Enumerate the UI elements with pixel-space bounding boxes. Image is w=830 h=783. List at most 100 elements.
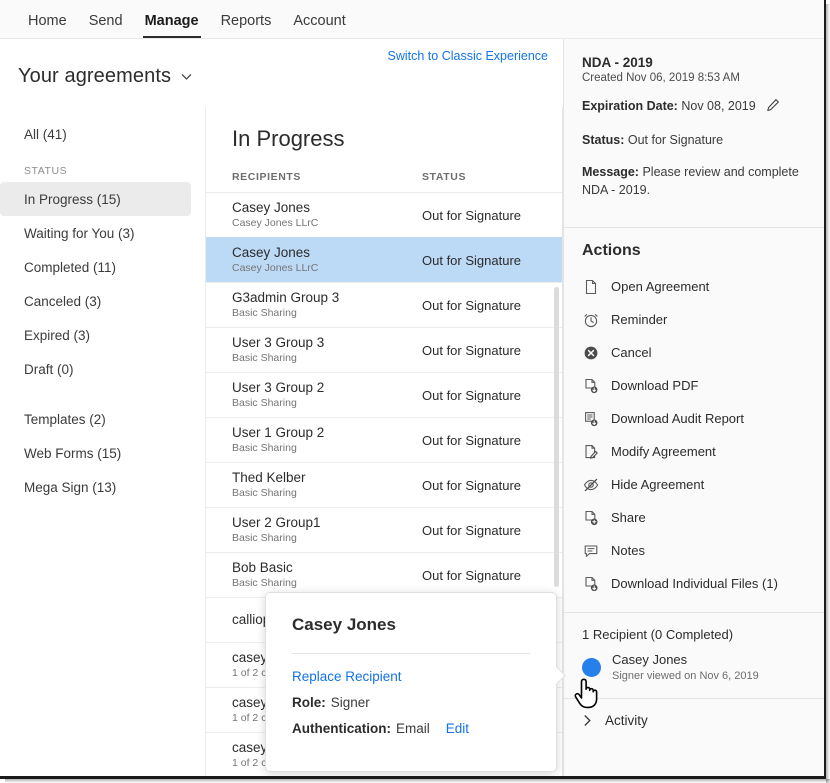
document-icon xyxy=(582,278,600,296)
download-pdf-icon xyxy=(582,377,600,395)
action-download-pdf[interactable]: Download PDF xyxy=(564,369,826,402)
table-row[interactable]: Thed Kelber Basic Sharing Out for Signat… xyxy=(206,462,562,507)
table-row[interactable]: User 1 Group 2 Basic Sharing Out for Sig… xyxy=(206,417,562,462)
action-notes[interactable]: Notes xyxy=(564,534,826,567)
action-label: Download PDF xyxy=(611,378,698,393)
action-cancel[interactable]: Cancel xyxy=(564,336,826,369)
table-row[interactable]: Bob Basic Basic Sharing Out for Signatur… xyxy=(206,552,562,597)
page-title-row[interactable]: Your agreements xyxy=(18,65,193,88)
list-scrollbar-thumb[interactable] xyxy=(554,287,559,587)
table-row[interactable]: G3admin Group 3 Basic Sharing Out for Si… xyxy=(206,282,562,327)
switch-to-classic-link[interactable]: Switch to Classic Experience xyxy=(388,49,548,63)
nav-item-account[interactable]: Account xyxy=(282,13,356,38)
row-status: Out for Signature xyxy=(422,208,521,223)
nav-item-send[interactable]: Send xyxy=(78,13,134,38)
agreement-details: NDA - 2019 Created Nov 06, 2019 8:53 AM … xyxy=(564,39,826,227)
action-download-individual-files[interactable]: Download Individual Files (1) xyxy=(564,567,826,600)
sidebar-item-canceled[interactable]: Canceled (3) xyxy=(0,284,191,318)
sidebar-item-mega-sign[interactable]: Mega Sign (13) xyxy=(0,470,191,504)
sidebar-divider xyxy=(0,386,205,402)
download-files-icon xyxy=(582,575,600,593)
row-recipient-name: G3admin Group 3 xyxy=(232,290,422,307)
action-reminder[interactable]: Reminder xyxy=(564,303,826,336)
chevron-down-icon[interactable] xyxy=(180,70,193,83)
sidebar-item-completed[interactable]: Completed (11) xyxy=(0,250,191,284)
action-label: Hide Agreement xyxy=(611,477,704,492)
row-recipient-sub: Basic Sharing xyxy=(232,532,422,546)
table-row[interactable]: Casey Jones Casey Jones LLrC Out for Sig… xyxy=(206,237,562,282)
action-download-audit-report[interactable]: Download Audit Report xyxy=(564,402,826,435)
row-recipient-sub: Basic Sharing xyxy=(232,442,422,456)
table-row[interactable]: Casey Jones Casey Jones LLrC Out for Sig… xyxy=(206,192,562,237)
sub-header: Switch to Classic Experience Your agreem… xyxy=(0,39,563,107)
recipient-name: Casey Jones xyxy=(612,652,759,669)
sidebar-item-all[interactable]: All (41) xyxy=(0,117,191,151)
sidebar-item-waiting-for-you[interactable]: Waiting for You (3) xyxy=(0,216,191,250)
expiration-date-label: Expiration Date: xyxy=(582,99,678,113)
table-row[interactable]: User 3 Group 3 Basic Sharing Out for Sig… xyxy=(206,327,562,372)
action-label: Share xyxy=(611,510,646,525)
eye-off-icon xyxy=(582,476,600,494)
popover-role-row: Role: Signer xyxy=(292,695,530,710)
sidebar-item-templates[interactable]: Templates (2) xyxy=(0,402,191,436)
row-status: Out for Signature xyxy=(422,433,521,448)
action-share[interactable]: Share xyxy=(564,501,826,534)
expiration-date-row: Expiration Date: Nov 08, 2019 xyxy=(582,97,808,118)
popover-divider xyxy=(292,653,530,654)
status-row: Status: Out for Signature xyxy=(582,131,808,150)
recipient-item[interactable]: Casey Jones Signer viewed on Nov 6, 2019 xyxy=(564,652,826,698)
action-label: Notes xyxy=(611,543,645,558)
expiration-date-value: Nov 08, 2019 xyxy=(681,99,755,113)
recipient-popover: Casey Jones Replace Recipient Role: Sign… xyxy=(265,592,557,772)
popover-role-label: Role: xyxy=(292,695,326,710)
row-status: Out for Signature xyxy=(422,343,521,358)
app-frame: Home Send Manage Reports Account Switch … xyxy=(0,0,826,779)
table-row[interactable]: User 3 Group 2 Basic Sharing Out for Sig… xyxy=(206,372,562,417)
edit-document-icon xyxy=(582,443,600,461)
row-recipient-name: Bob Basic xyxy=(232,560,422,577)
page-title: Your agreements xyxy=(18,65,171,88)
avatar xyxy=(582,658,601,677)
nav-item-reports[interactable]: Reports xyxy=(210,13,283,38)
edit-authentication-link[interactable]: Edit xyxy=(446,721,469,736)
row-recipient-name: User 3 Group 2 xyxy=(232,380,422,397)
status-value: Out for Signature xyxy=(628,133,723,147)
top-navigation: Home Send Manage Reports Account xyxy=(0,0,826,39)
recipient-status: Signer viewed on Nov 6, 2019 xyxy=(612,669,759,684)
sidebar-item-in-progress[interactable]: In Progress (15) xyxy=(0,182,191,216)
row-recipient-sub: Basic Sharing xyxy=(232,487,422,501)
action-label: Open Agreement xyxy=(611,279,709,294)
cancel-circle-icon xyxy=(582,344,600,362)
action-modify-agreement[interactable]: Modify Agreement xyxy=(564,435,826,468)
action-label: Cancel xyxy=(611,345,651,360)
actions-heading: Actions xyxy=(564,228,826,270)
window-shadow-bottom xyxy=(5,779,830,783)
popover-auth-label: Authentication: xyxy=(292,721,391,736)
replace-recipient-link[interactable]: Replace Recipient xyxy=(292,669,402,684)
action-hide-agreement[interactable]: Hide Agreement xyxy=(564,468,826,501)
window-shadow-right xyxy=(826,4,830,783)
row-recipient-name: User 3 Group 3 xyxy=(232,335,422,352)
row-recipient-name: User 2 Group1 xyxy=(232,515,422,532)
row-recipient-name: Casey Jones xyxy=(232,245,422,262)
action-open-agreement[interactable]: Open Agreement xyxy=(564,270,826,303)
nav-item-manage[interactable]: Manage xyxy=(134,13,210,38)
nav-item-home[interactable]: Home xyxy=(17,13,78,38)
pencil-icon[interactable] xyxy=(766,98,780,118)
column-header-recipients: RECIPIENTS xyxy=(232,171,422,183)
table-row[interactable]: User 2 Group1 Basic Sharing Out for Sign… xyxy=(206,507,562,552)
activity-label: Activity xyxy=(605,713,648,728)
share-document-icon xyxy=(582,509,600,527)
sidebar-item-web-forms[interactable]: Web Forms (15) xyxy=(0,436,191,470)
row-recipient-sub: Basic Sharing xyxy=(232,307,422,321)
popover-title: Casey Jones xyxy=(292,615,530,635)
row-status: Out for Signature xyxy=(422,523,521,538)
details-panel: NDA - 2019 Created Nov 06, 2019 8:53 AM … xyxy=(563,39,826,776)
row-recipient-name: Thed Kelber xyxy=(232,470,422,487)
sidebar: All (41) STATUS In Progress (15) Waiting… xyxy=(0,107,206,776)
sidebar-item-expired[interactable]: Expired (3) xyxy=(0,318,191,352)
row-recipient-sub: Basic Sharing xyxy=(232,577,422,591)
action-label: Modify Agreement xyxy=(611,444,716,459)
sidebar-item-draft[interactable]: Draft (0) xyxy=(0,352,191,386)
activity-section-toggle[interactable]: Activity xyxy=(564,699,826,742)
